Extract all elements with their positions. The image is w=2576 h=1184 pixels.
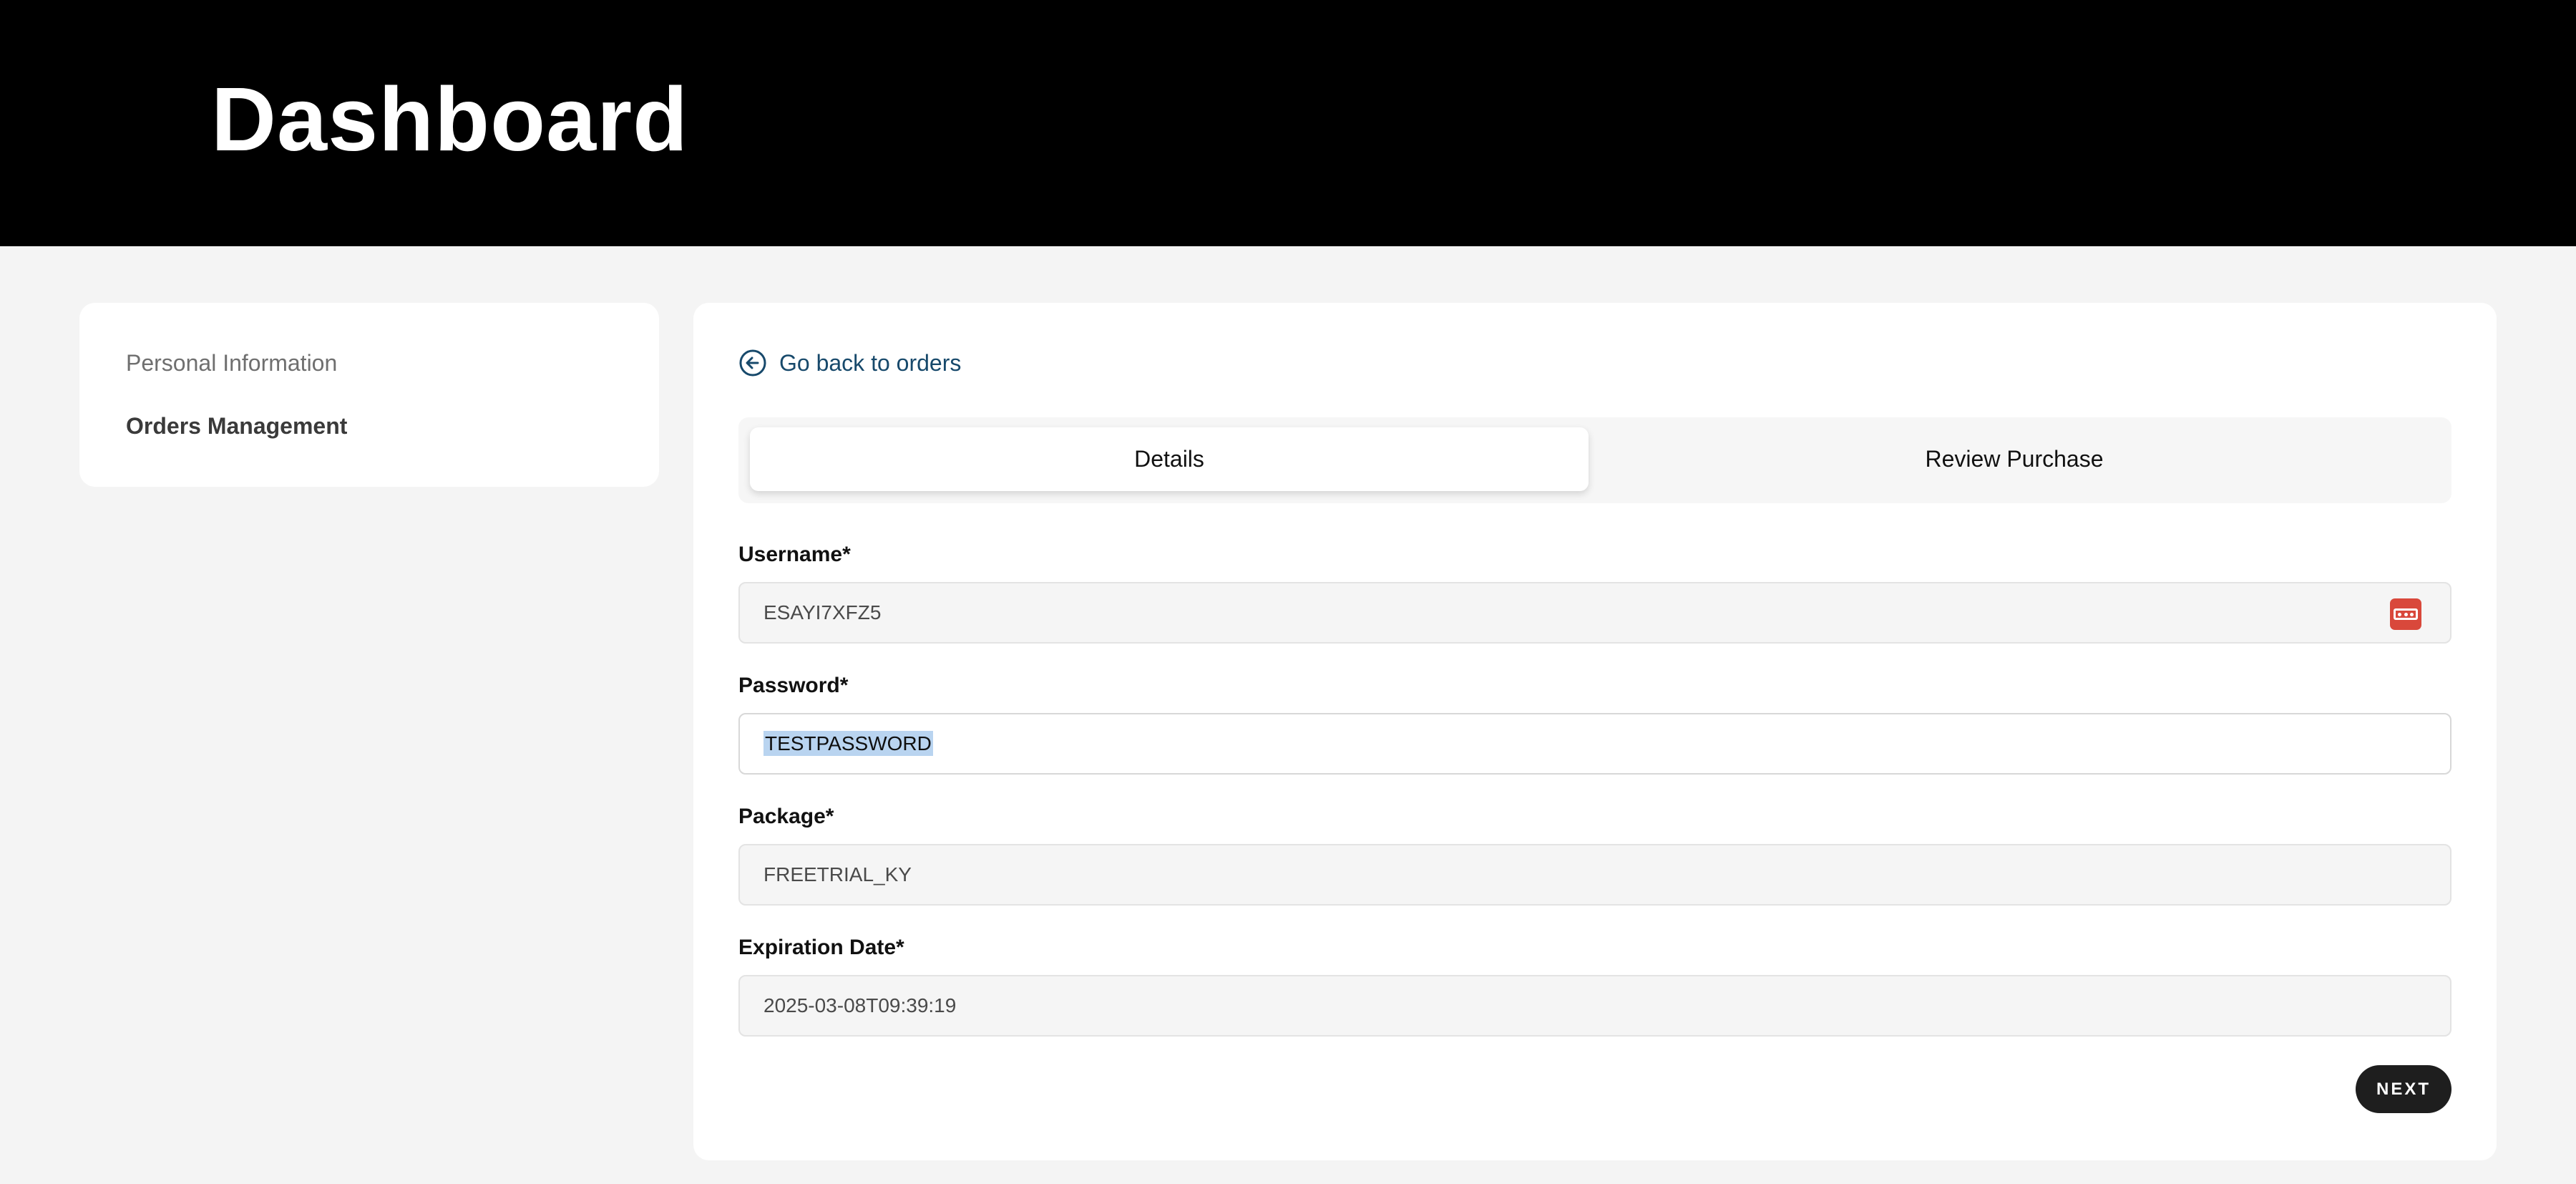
package-field[interactable]: FREETRIAL_KY — [738, 844, 2451, 906]
order-details-card: Go back to orders Details Review Purchas… — [693, 303, 2497, 1160]
expiration-date-label: Expiration Date* — [738, 936, 904, 959]
back-link-label: Go back to orders — [779, 350, 962, 376]
page-title: Dashboard — [211, 69, 689, 170]
tab-details[interactable]: Details — [750, 427, 1589, 491]
package-value: FREETRIAL_KY — [763, 863, 912, 885]
next-button[interactable]: NEXT — [2356, 1065, 2451, 1113]
username-label: Username* — [738, 543, 851, 566]
arrow-left-circle-icon — [739, 349, 766, 377]
sidebar: Personal Information Orders Management — [79, 303, 659, 487]
page-header: Dashboard — [0, 0, 2576, 246]
expiration-date-value: 2025-03-08T09:39:19 — [763, 994, 957, 1016]
username-value: ESAYI7XFZ5 — [763, 601, 882, 623]
sidebar-item-orders-management[interactable]: Orders Management — [126, 412, 347, 440]
password-manager-icon[interactable] — [2390, 598, 2421, 630]
package-label: Package* — [738, 805, 834, 828]
username-field[interactable]: ESAYI7XFZ5 — [738, 582, 2451, 644]
password-value: TESTPASSWORD — [763, 731, 933, 756]
back-to-orders-link[interactable]: Go back to orders — [738, 349, 961, 377]
password-field[interactable]: TESTPASSWORD — [738, 713, 2451, 775]
password-label: Password* — [738, 674, 849, 697]
expiration-date-field[interactable]: 2025-03-08T09:39:19 — [738, 975, 2451, 1037]
tab-review-purchase[interactable]: Review Purchase — [1589, 427, 2440, 491]
tab-bar: Details Review Purchase — [738, 417, 2451, 503]
sidebar-item-personal-information[interactable]: Personal Information — [126, 349, 337, 377]
